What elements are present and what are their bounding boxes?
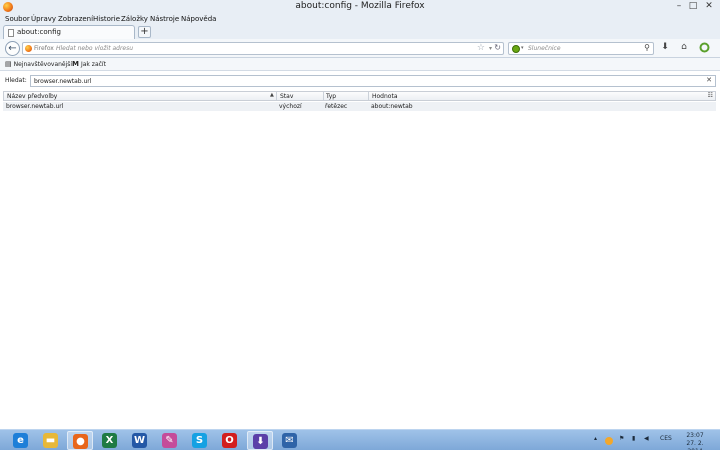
- close-button[interactable]: ✕: [701, 0, 717, 12]
- taskbar-app-skype[interactable]: S: [187, 431, 213, 450]
- search-input[interactable]: Slunečnice: [528, 45, 561, 52]
- column-picker-icon[interactable]: ☷: [708, 92, 713, 99]
- tray-overflow-chevron-icon[interactable]: ▴: [594, 435, 597, 442]
- folder-icon: ▤: [5, 60, 12, 68]
- tab-strip: about:config +: [0, 24, 720, 39]
- tray-app-icon[interactable]: [605, 437, 613, 445]
- taskbar-app-thunderbird[interactable]: ✉: [277, 431, 303, 450]
- tab-about-config[interactable]: about:config: [3, 25, 135, 39]
- menu-help[interactable]: Nápověda: [181, 14, 216, 24]
- tab-label: about:config: [17, 28, 61, 36]
- downloads-icon[interactable]: ⬇: [659, 42, 671, 52]
- tray-volume-icon[interactable]: ◀: [644, 435, 649, 442]
- column-header-status[interactable]: Stav: [280, 93, 293, 100]
- menu-tools[interactable]: Nástroje: [150, 14, 179, 24]
- pref-status-cell: výchozí: [279, 103, 302, 110]
- window-titlebar: about:config - Mozilla Firefox – □ ✕: [0, 0, 720, 14]
- taskbar-clock[interactable]: 23:07 27. 2. 2014: [678, 432, 712, 450]
- clear-search-icon[interactable]: ✕: [706, 76, 712, 84]
- download-manager-icon: ⬇: [253, 434, 268, 449]
- bookmark-label: Jak začít: [80, 61, 106, 68]
- url-input[interactable]: Hledat nebo vložit adresu: [56, 45, 133, 52]
- tray-language[interactable]: CES: [660, 435, 672, 442]
- bookmark-star-icon[interactable]: ☆: [477, 43, 485, 53]
- preferences-table-header: Název předvolby ▲ Stav Typ Hodnota ☷: [3, 91, 716, 101]
- menu-history[interactable]: Historie: [93, 14, 120, 24]
- config-search-value[interactable]: browser.newtab.url: [34, 78, 91, 85]
- pref-name-cell: browser.newtab.url: [6, 103, 64, 110]
- taskbar-app-internet-explorer[interactable]: e: [8, 431, 34, 450]
- search-icon[interactable]: ⚲: [644, 43, 650, 52]
- navigation-toolbar: ← Firefox Hledat nebo vložit adresu ☆ ▾ …: [0, 39, 720, 58]
- word-icon: W: [132, 433, 147, 448]
- search-bar[interactable]: ▾ Slunečnice ⚲: [508, 42, 654, 55]
- taskbar-app-paint[interactable]: ✎: [157, 431, 183, 450]
- column-divider[interactable]: [323, 92, 324, 100]
- taskbar-app-opera[interactable]: O: [217, 431, 243, 450]
- page-icon: [8, 29, 14, 37]
- table-row[interactable]: browser.newtab.url výchozí řetězec about…: [3, 102, 716, 111]
- new-tab-button[interactable]: +: [138, 26, 151, 38]
- config-search-input[interactable]: browser.newtab.url ✕: [30, 75, 716, 87]
- menu-edit[interactable]: Úpravy: [31, 14, 56, 24]
- paint-icon: ✎: [162, 433, 177, 448]
- bookmarks-toolbar: ▤ Nejnavštěvovanější M Jak začít: [0, 58, 720, 71]
- taskbar-app-excel[interactable]: X: [97, 431, 123, 450]
- column-divider[interactable]: [276, 92, 277, 100]
- column-header-name[interactable]: Název předvolby: [7, 93, 57, 100]
- bookmark-label: Nejnavštěvovanější: [13, 61, 73, 68]
- url-bar[interactable]: Firefox Hledat nebo vložit adresu ☆ ▾ ↻: [22, 42, 504, 55]
- windows-taskbar: e ▬ ● XW ✎ SO ⬇ ✉ ▴ ⚑ ▮ ◀ CES 23:07 27. 2. 2014: [0, 429, 720, 450]
- clock-date: 27. 2. 2014: [686, 440, 704, 450]
- config-search-row: Hledat: browser.newtab.url ✕: [0, 75, 720, 87]
- internet-explorer-icon: e: [13, 433, 28, 448]
- menu-view[interactable]: Zobrazení: [58, 14, 93, 24]
- menu-bar: Soubor Úpravy Zobrazení Historie Záložky…: [0, 14, 720, 24]
- addon-icon[interactable]: [698, 42, 710, 56]
- menu-bookmarks[interactable]: Záložky: [121, 14, 148, 24]
- config-search-label: Hledat:: [5, 77, 27, 84]
- skype-icon: S: [192, 433, 207, 448]
- pref-value-cell: about:newtab: [371, 103, 413, 110]
- excel-icon: X: [102, 433, 117, 448]
- taskbar-app-firefox[interactable]: ●: [67, 431, 93, 450]
- site-identity-label[interactable]: Firefox: [34, 45, 54, 52]
- maximize-button[interactable]: □: [686, 0, 700, 12]
- tray-flag-icon[interactable]: ⚑: [619, 435, 624, 442]
- taskbar-app-word[interactable]: W: [127, 431, 153, 450]
- taskbar-app-download-manager[interactable]: ⬇: [247, 431, 273, 450]
- search-engine-dropdown-icon[interactable]: ▾: [521, 45, 524, 51]
- column-header-value[interactable]: Hodnota: [372, 93, 398, 100]
- about-config-page: Hledat: browser.newtab.url ✕ Název předv…: [0, 71, 720, 429]
- minimize-button[interactable]: –: [672, 0, 686, 12]
- sort-ascending-icon[interactable]: ▲: [270, 92, 274, 98]
- history-dropdown-icon[interactable]: ▾: [489, 45, 492, 52]
- bookmark-getting-started[interactable]: M Jak začít: [72, 60, 106, 68]
- column-divider[interactable]: [368, 92, 369, 100]
- reload-icon[interactable]: ↻: [494, 43, 501, 52]
- menu-file[interactable]: Soubor: [5, 14, 30, 24]
- column-header-type[interactable]: Typ: [326, 93, 336, 100]
- thunderbird-icon: ✉: [282, 433, 297, 448]
- opera-icon: O: [222, 433, 237, 448]
- pref-type-cell: řetězec: [325, 103, 348, 110]
- tray-network-icon[interactable]: ▮: [632, 435, 635, 442]
- file-explorer-icon: ▬: [43, 433, 58, 448]
- clock-time: 23:07: [686, 432, 704, 439]
- site-identity-icon[interactable]: [25, 45, 32, 52]
- m-icon: M: [72, 60, 79, 68]
- home-icon[interactable]: ⌂: [678, 42, 690, 52]
- window-title: about:config - Mozilla Firefox: [295, 1, 425, 11]
- back-button[interactable]: ←: [5, 41, 20, 56]
- taskbar-app-file-explorer[interactable]: ▬: [38, 431, 64, 450]
- bookmark-most-visited[interactable]: ▤ Nejnavštěvovanější: [5, 60, 72, 68]
- search-engine-icon[interactable]: [512, 45, 520, 53]
- firefox-icon: ●: [73, 434, 88, 449]
